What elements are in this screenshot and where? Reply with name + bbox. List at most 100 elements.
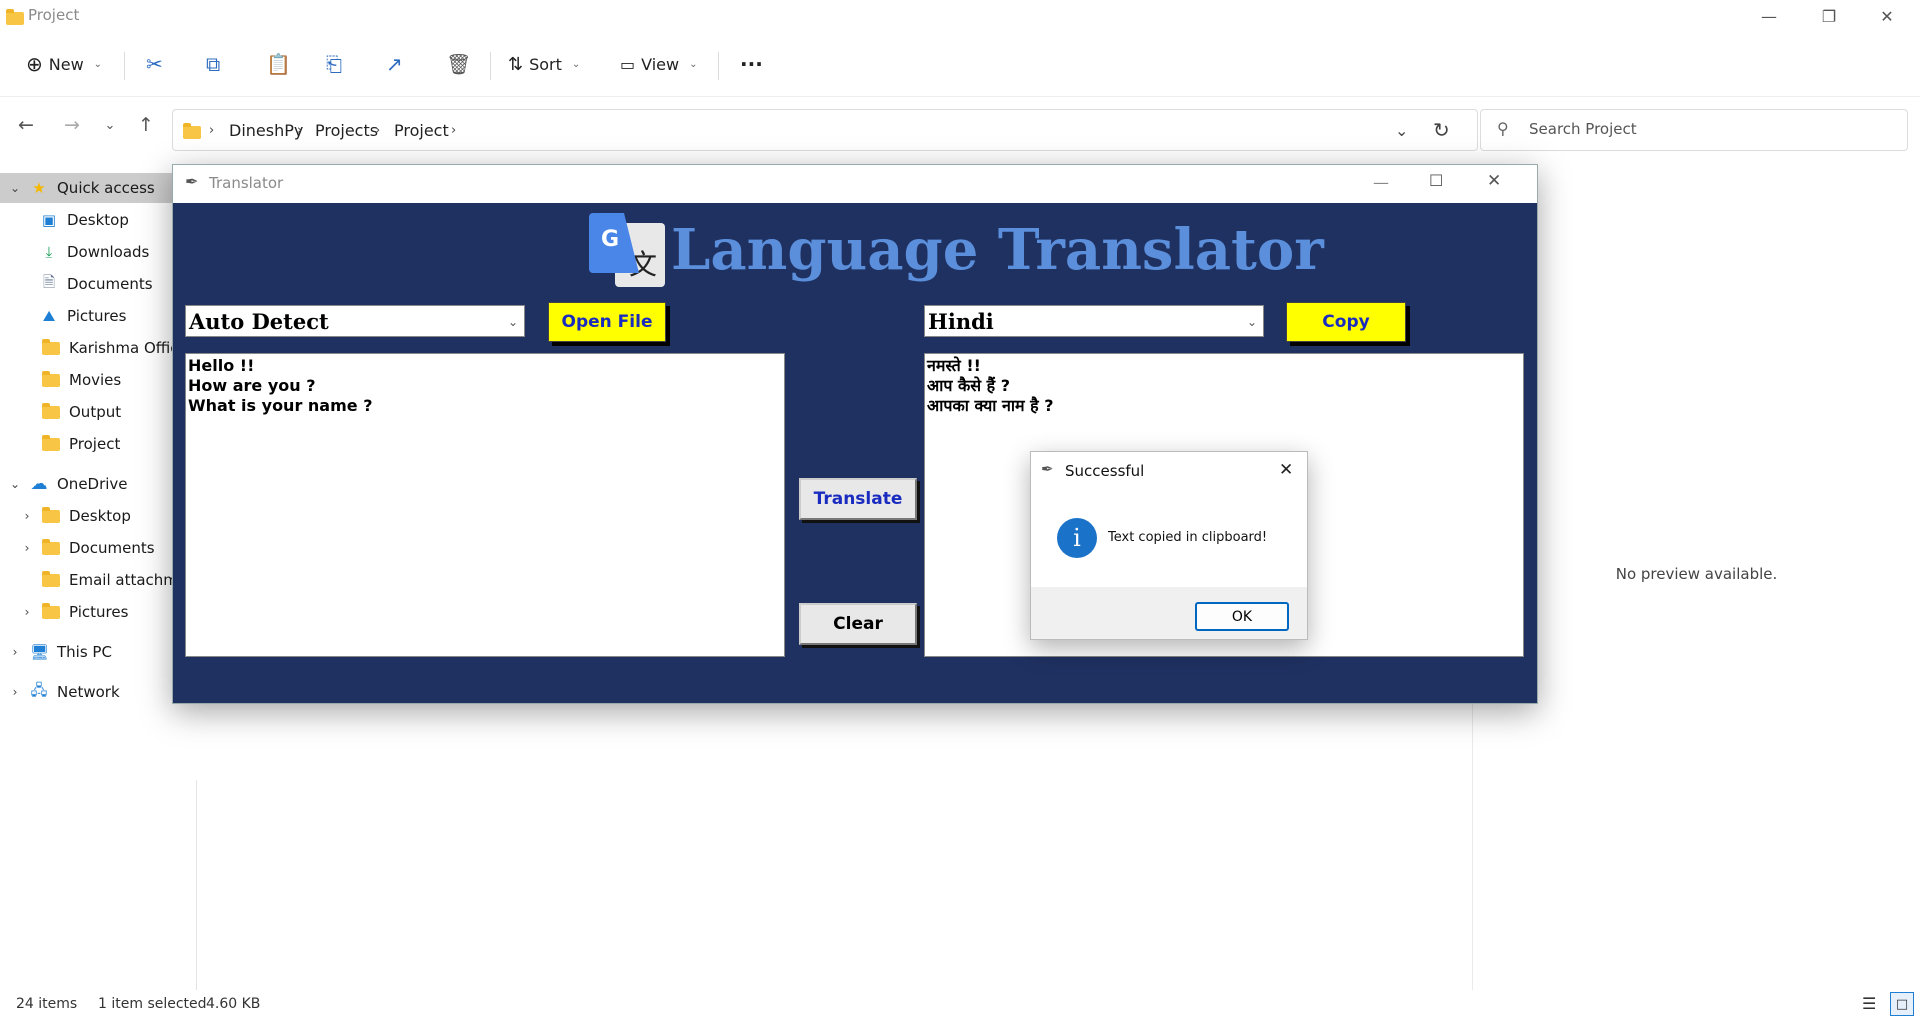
translator-close-button[interactable]: ✕ (1487, 171, 1501, 191)
copy-button[interactable]: Copy (1286, 302, 1406, 342)
restore-button[interactable]: ❐ (1806, 0, 1852, 32)
toolbar-divider (718, 52, 719, 80)
close-button[interactable]: ✕ (1864, 0, 1910, 32)
toolbar-divider (490, 52, 491, 80)
desktop-icon: ▣ (41, 211, 57, 229)
sidebar-item-output[interactable]: Output (0, 397, 196, 427)
forward-arrow-icon[interactable]: → (58, 111, 86, 139)
translator-titlebar: ✒ Translator — ☐ ✕ (173, 165, 1537, 203)
sidebar-item-this-pc[interactable]: › 🖥 This PC (0, 637, 196, 667)
sidebar-item-desktop[interactable]: ▣ Desktop (0, 205, 196, 235)
sidebar-item-project[interactable]: Project (0, 429, 196, 459)
sidebar-item-pictures[interactable]: ⛰ Pictures (0, 301, 196, 331)
view-button[interactable]: ▭ View ⌄ (620, 40, 697, 88)
minimize-button[interactable]: — (1746, 0, 1792, 32)
copy-toolbar-button[interactable]: ⧉ (206, 40, 220, 88)
translator-maximize-button[interactable]: ☐ (1429, 171, 1443, 190)
command-bar: ⊕ New ⌄ ✂ ⧉ 📋 ⎗ ↗ 🗑 ⇅ Sort ⌄ ▭ View ⌄ ··… (0, 40, 1920, 88)
explorer-titlebar: Project — ❐ ✕ (0, 0, 1920, 32)
chevron-expanded-icon: ⌄ (9, 477, 21, 491)
sort-button[interactable]: ⇅ Sort ⌄ (508, 40, 580, 88)
ok-button[interactable]: OK (1195, 602, 1289, 631)
breadcrumb-projects[interactable]: Projects (315, 110, 378, 150)
source-language-select[interactable]: Auto Detect ⌄ (185, 305, 525, 337)
folder-icon (183, 123, 201, 139)
clear-button[interactable]: Clear (799, 603, 917, 645)
folder-icon (42, 570, 60, 587)
sidebar-item-onedrive-desktop[interactable]: › Desktop (0, 501, 196, 531)
star-icon: ★ (32, 179, 46, 197)
chevron-right-icon: › (24, 541, 30, 555)
cloud-icon: ☁ (30, 474, 48, 494)
delete-button[interactable]: 🗑 (446, 40, 471, 88)
source-text-area[interactable]: Hello !! How are you ? What is your name… (185, 353, 785, 657)
preview-message: No preview available. (1615, 565, 1778, 583)
sidebar-item-movies[interactable]: Movies (0, 365, 196, 395)
paste-button[interactable]: 📋 (266, 40, 291, 88)
success-dialog: ✒ Successful ✕ i Text copied in clipboar… (1030, 451, 1308, 640)
target-language-select[interactable]: Hindi ⌄ (924, 305, 1264, 337)
trash-icon: 🗑 (446, 52, 472, 76)
chevron-down-icon: ⌄ (93, 58, 103, 70)
dialog-message: Text copied in clipboard! (1108, 530, 1268, 545)
paste-icon: 📋 (266, 52, 291, 76)
scissors-icon: ✂ (146, 52, 163, 76)
sidebar-item-network[interactable]: › 🖧 Network (0, 677, 196, 707)
up-arrow-icon[interactable]: ↑ (132, 111, 160, 139)
breadcrumb-dineshpy[interactable]: DineshPy (229, 110, 303, 150)
cut-button[interactable]: ✂ (146, 40, 163, 88)
document-icon: 🗎 (42, 272, 56, 291)
sidebar-item-onedrive-pictures[interactable]: › Pictures (0, 597, 196, 627)
chevron-down-icon: ⌄ (689, 58, 698, 70)
search-placeholder: Search Project (1529, 120, 1637, 138)
folder-icon (42, 506, 60, 523)
sidebar-item-documents[interactable]: 🗎 Documents (0, 269, 196, 299)
app-heading: Language Translator (671, 217, 1324, 283)
dialog-close-button[interactable]: ✕ (1279, 460, 1293, 480)
translator-minimize-button[interactable]: — (1373, 173, 1389, 192)
translate-logo-icon: 文 G (589, 213, 667, 293)
back-arrow-icon[interactable]: ← (12, 111, 40, 139)
address-bar[interactable]: › DineshPy › Projects › Project › ⌄ ↻ (172, 109, 1478, 151)
search-input[interactable]: ⚲ Search Project (1480, 109, 1908, 151)
network-icon: 🖧 (30, 680, 48, 699)
sidebar-item-karishma-office[interactable]: Karishma Office (0, 333, 196, 363)
chevron-down-icon: ⌄ (571, 58, 581, 70)
computer-icon: 🖥 (30, 643, 50, 661)
search-icon: ⚲ (1497, 119, 1509, 138)
source-line: How are you ? (188, 376, 316, 395)
breadcrumb-separator-icon: › (451, 122, 457, 138)
folder-icon (42, 602, 60, 619)
plus-circle-icon: ⊕ (26, 52, 43, 76)
toolbar-divider (124, 52, 125, 80)
target-line: आपका क्या नाम है ? (927, 396, 1054, 415)
folder-icon (42, 370, 60, 387)
feather-icon: ✒ (1041, 460, 1054, 478)
recent-locations-chevron-icon[interactable]: ⌄ (96, 111, 124, 139)
details-view-icon[interactable]: ☰ (1862, 994, 1876, 1013)
translate-button[interactable]: Translate (799, 478, 917, 520)
tiles-view-icon[interactable]: □ (1890, 992, 1914, 1016)
sidebar-item-downloads[interactable]: ⤓ Downloads (0, 237, 196, 267)
download-icon: ⤓ (45, 243, 53, 261)
sort-icon: ⇅ (508, 53, 524, 75)
rename-button[interactable]: ⎗ (326, 40, 342, 88)
breadcrumb-separator-icon: › (297, 122, 303, 138)
new-button[interactable]: ⊕ New ⌄ (26, 40, 102, 88)
sidebar-item-onedrive-documents[interactable]: › Documents (0, 533, 196, 563)
breadcrumb-project[interactable]: Project (394, 110, 449, 150)
refresh-icon[interactable]: ↻ (1433, 110, 1450, 150)
folder-icon (42, 538, 60, 555)
dialog-title: Successful (1065, 462, 1145, 480)
target-line: आप कैसे हैं ? (927, 376, 1011, 395)
sidebar-item-onedrive[interactable]: ⌄ ☁ OneDrive (0, 469, 196, 499)
open-file-button[interactable]: Open File (548, 302, 666, 342)
address-dropdown-icon[interactable]: ⌄ (1395, 110, 1408, 150)
more-options-button[interactable]: ··· (740, 40, 763, 88)
sidebar-item-email-attachments[interactable]: Email attachmer (0, 565, 196, 595)
navigation-pane: ⌄ ★ Quick access ▣ Desktop ⤓ Downloads 🗎… (0, 170, 196, 990)
sidebar-item-quick-access[interactable]: ⌄ ★ Quick access (0, 173, 196, 203)
folder-icon (6, 9, 24, 25)
share-button[interactable]: ↗ (386, 40, 403, 88)
target-line: नमस्ते !! (927, 356, 981, 375)
